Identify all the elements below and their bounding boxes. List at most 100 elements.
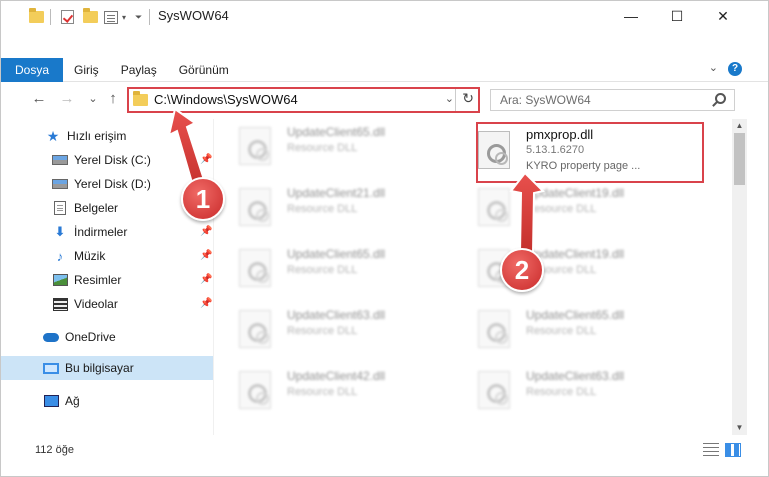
file-type: Resource DLL [526,386,597,398]
search-icon[interactable] [715,93,726,104]
documents-icon [52,201,68,215]
videos-icon [52,297,68,311]
sidebar-item-label: Müzik [74,249,106,263]
step-1-badge: 1 [181,177,225,221]
properties-check-icon[interactable] [61,9,74,25]
sidebar-item-label: Yerel Disk (C:) [74,153,151,167]
help-icon[interactable]: ? [728,62,742,76]
sidebar-item-downloads[interactable]: ⬇ İndirmeler [1,220,213,244]
onedrive-icon [43,330,59,344]
pin-icon[interactable]: 📌 [200,250,212,261]
pin-icon[interactable]: 📌 [200,274,212,285]
file-type: Resource DLL [287,142,358,154]
file-name: UpdateClient65.dll [287,247,386,261]
tab-share[interactable]: Paylaş [110,58,168,82]
ribbon-tabs: Dosya Giriş Paylaş Görünüm [1,58,240,82]
title-bar: ▾ ⏷ SysWOW64 — ☐ ✕ [1,1,768,31]
dll-file-icon [478,310,510,348]
separator [50,9,51,25]
sidebar-item-label: Bu bilgisayar [65,361,134,375]
back-button[interactable]: ← [30,90,48,108]
window-title: SysWOW64 [158,8,229,23]
item-count: 112 öğe [35,444,74,456]
recent-locations-button[interactable]: ⌄ [84,90,102,108]
tiles-view-icon[interactable] [725,443,741,457]
drive-icon [52,153,68,167]
forward-button[interactable]: → [58,90,76,108]
music-icon: ♪ [56,248,64,264]
file-item[interactable]: UpdateClient63.dll Resource DLL [231,302,451,354]
pin-icon[interactable]: 📌 [200,226,212,237]
customize-toolbar-icon[interactable]: ▾ [122,9,126,25]
qa-dropdown-icon[interactable]: ⏷ [135,9,142,25]
file-type: Resource DLL [287,264,358,276]
sidebar-item-videos[interactable]: Videolar [1,292,213,316]
sidebar-item-this-pc[interactable]: Bu bilgisayar [1,356,213,380]
dll-file-icon [239,310,271,348]
pictures-icon [52,273,68,287]
sidebar-item-network[interactable]: Ağ [1,389,213,413]
maximize-button[interactable]: ☐ [654,1,700,31]
sidebar-item-pictures[interactable]: Resimler [1,268,213,292]
file-name: UpdateClient63.dll [526,369,625,383]
drive-icon [52,177,68,191]
sidebar-item-label: Ağ [65,394,80,408]
separator [149,9,150,25]
sidebar-item-onedrive[interactable]: OneDrive [1,325,213,349]
computer-icon [43,361,59,375]
sidebar-item-music[interactable]: ♪ Müzik [1,244,213,268]
network-icon [43,394,59,408]
file-item[interactable]: UpdateClient42.dll Resource DLL [231,363,451,415]
dll-file-icon [239,188,271,226]
pin-icon[interactable]: 📌 [200,298,212,309]
file-item[interactable]: UpdateClient65.dll Resource DLL [231,119,451,171]
sidebar-item-label: Resimler [74,273,122,287]
sidebar-item-label: Belgeler [74,201,119,215]
sidebar-item-label: Hızlı erişim [67,129,127,143]
scroll-thumb[interactable] [734,133,745,185]
refresh-icon[interactable]: ↻ [462,90,474,107]
close-button[interactable]: ✕ [700,1,746,31]
file-type: Resource DLL [526,325,597,337]
folder-icon [133,90,148,106]
dll-file-icon [239,127,271,165]
sidebar-item-label: Yerel Disk (D:) [74,177,151,191]
file-item[interactable]: UpdateClient63.dll Resource DLL [470,363,690,415]
file-item[interactable]: UpdateClient21.dll Resource DLL [231,180,451,232]
new-folder-icon[interactable] [83,8,98,25]
scroll-down-icon[interactable]: ▼ [732,421,747,435]
properties-icon[interactable] [104,9,118,25]
tab-view[interactable]: Görünüm [168,58,240,82]
tab-home[interactable]: Giriş [63,58,110,82]
scroll-up-icon[interactable]: ▲ [732,119,747,133]
star-icon: ★ [46,127,60,144]
file-item[interactable]: UpdateClient65.dll Resource DLL [470,302,690,354]
file-name: UpdateClient21.dll [287,186,386,200]
minimize-button[interactable]: — [608,1,654,31]
expand-ribbon-icon[interactable]: ⌄ [709,61,718,74]
dll-file-icon [478,371,510,409]
details-view-icon[interactable] [703,443,719,457]
search-input[interactable]: Ara: SysWOW64 [500,93,591,107]
sidebar-item-label: Videolar [74,297,118,311]
file-name: UpdateClient65.dll [526,308,625,322]
file-name: UpdateClient63.dll [287,308,386,322]
file-type: Resource DLL [287,386,358,398]
sidebar-item-label: İndirmeler [74,225,128,239]
vertical-scrollbar[interactable]: ▲ ▼ [732,119,747,435]
dll-file-icon [239,249,271,287]
address-dropdown-icon[interactable]: ⌄ [445,92,454,105]
explorer-window: ▾ ⏷ SysWOW64 — ☐ ✕ Dosya Giriş Paylaş Gö… [0,0,769,477]
tab-file[interactable]: Dosya [1,58,64,82]
step-2-badge: 2 [500,248,544,292]
file-item[interactable]: UpdateClient65.dll Resource DLL [231,241,451,293]
downloads-icon: ⬇ [54,224,66,239]
file-name: UpdateClient42.dll [287,369,386,383]
dll-file-icon [239,371,271,409]
up-button[interactable]: ↑ [104,90,122,108]
folder-icon [29,8,44,25]
separator [455,89,456,111]
file-type: Resource DLL [287,325,358,337]
search-box[interactable]: Ara: SysWOW64 [490,89,735,111]
file-name: UpdateClient65.dll [287,125,386,139]
